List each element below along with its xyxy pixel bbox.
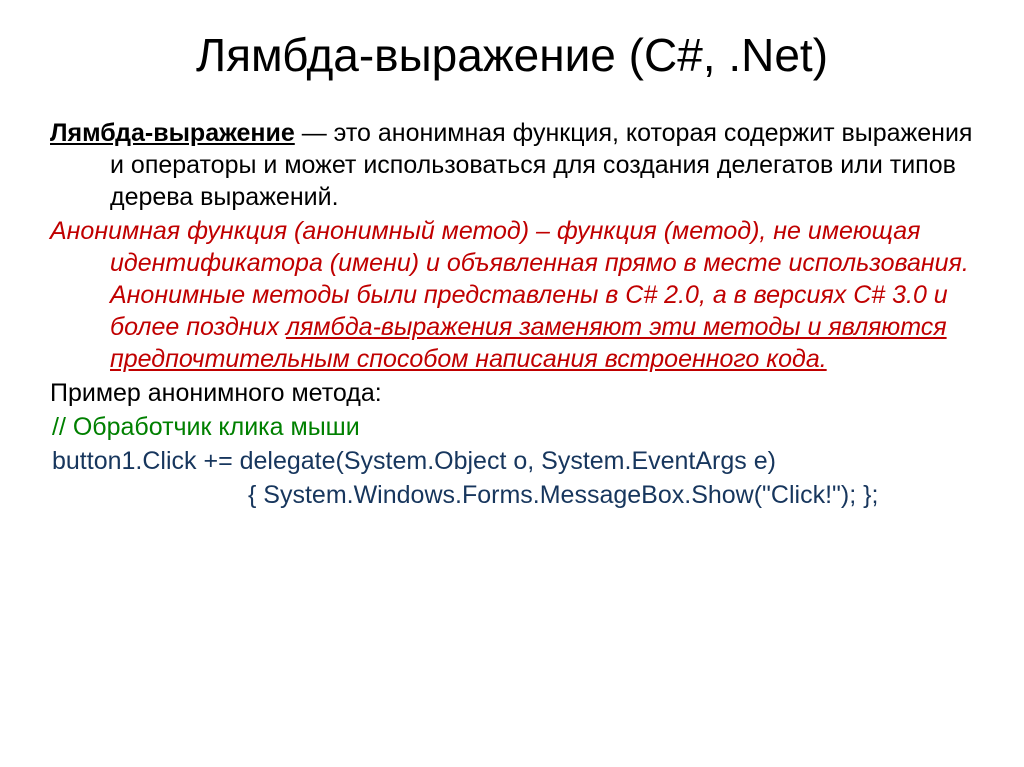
slide-content: Лямбда-выражение — это анонимная функция…	[50, 117, 974, 511]
slide-title: Лямбда-выражение (C#, .Net)	[50, 28, 974, 82]
example-label: Пример анонимного метода:	[50, 377, 974, 409]
code-line-1: button1.Click += delegate(System.Object …	[50, 445, 974, 477]
definition-term: Лямбда-выражение	[50, 119, 295, 147]
definition-paragraph: Лямбда-выражение — это анонимная функция…	[50, 117, 974, 213]
code-line-2: { System.Windows.Forms.MessageBox.Show("…	[50, 479, 974, 511]
code-comment: // Обработчик клика мыши	[50, 411, 974, 443]
anonymous-paragraph: Анонимная функция (анонимный метод) – фу…	[50, 215, 974, 375]
